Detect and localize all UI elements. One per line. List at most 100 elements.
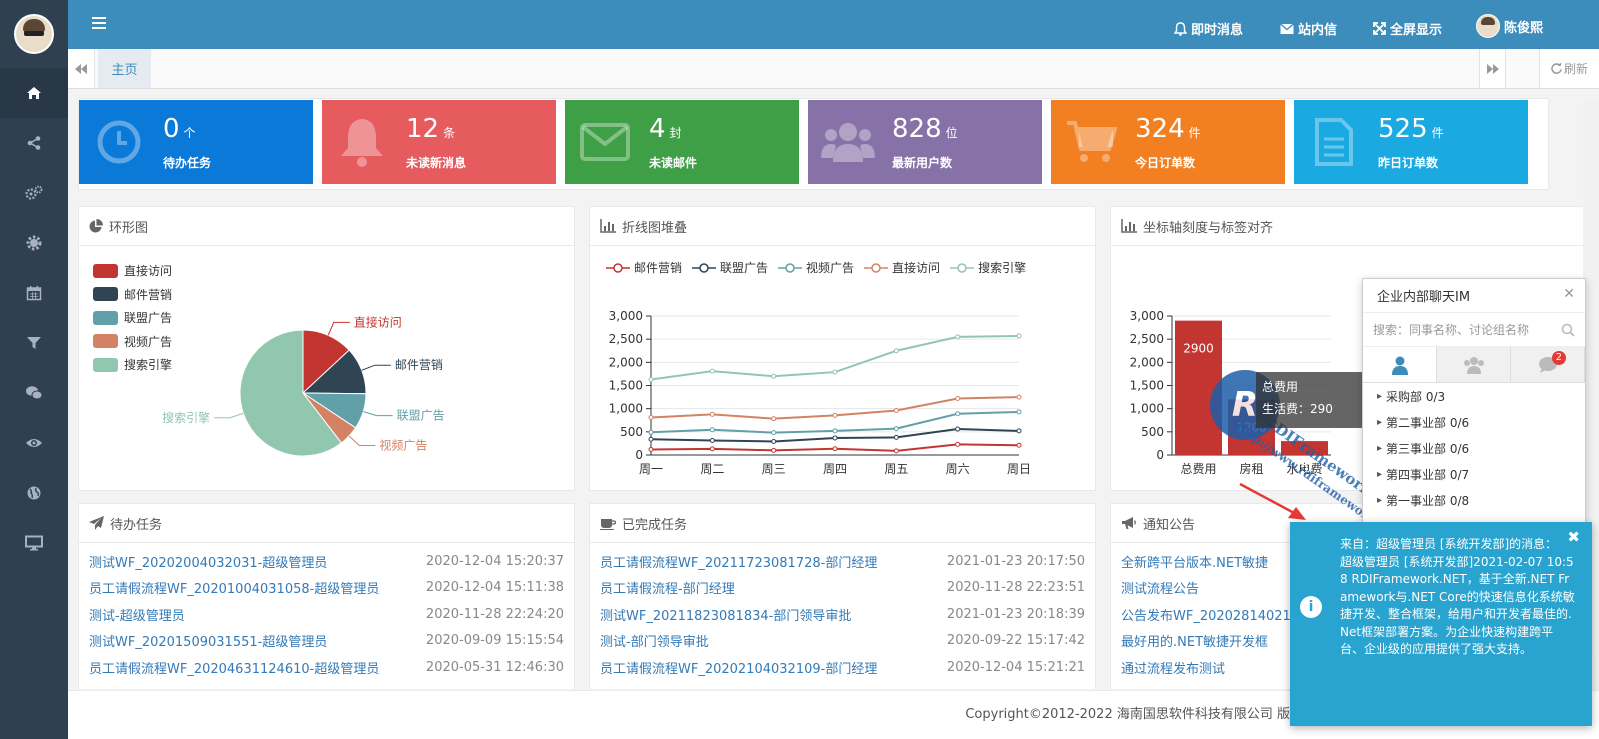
data-point[interactable] xyxy=(709,411,715,417)
data-point[interactable] xyxy=(648,414,654,420)
list-item-title[interactable]: 员工请假流程WF_20201004031058-超级管理员 xyxy=(89,578,379,597)
data-point[interactable] xyxy=(771,438,777,444)
sidebar-item-desktop[interactable] xyxy=(0,518,68,568)
im-group-item[interactable]: ▸ 采购部 0/3 xyxy=(1363,383,1585,409)
data-point[interactable] xyxy=(832,435,838,441)
data-point[interactable] xyxy=(955,426,961,432)
data-point[interactable] xyxy=(709,368,715,374)
data-point[interactable] xyxy=(771,373,777,379)
list-item-title[interactable]: 员工请假流程-部门经理 xyxy=(600,578,735,597)
im-tab-contacts[interactable] xyxy=(1363,347,1437,382)
data-point[interactable] xyxy=(648,429,654,435)
im-group-item[interactable]: ▸ 第三事业部 0/6 xyxy=(1363,435,1585,461)
list-item-title[interactable]: 员工请假流程WF_20211723081728-部门经理 xyxy=(600,552,877,571)
list-item[interactable]: 测试-超级管理员 2020-11-28 22:24:20 xyxy=(89,601,564,627)
list-item-title[interactable]: 员工请假流程WF_20204631124610-超级管理员 xyxy=(89,658,379,677)
list-item-title[interactable]: 测试WF_20201509031551-超级管理员 xyxy=(89,631,327,650)
data-point[interactable] xyxy=(1016,409,1022,415)
panel-header: 已完成任务 xyxy=(590,504,1095,543)
data-point[interactable] xyxy=(771,447,777,453)
data-point[interactable] xyxy=(955,411,961,417)
im-group-item[interactable]: ▸ 第四事业部 0/7 xyxy=(1363,461,1585,487)
site-message-link[interactable]: 站内信 xyxy=(1280,19,1337,38)
data-point[interactable] xyxy=(832,369,838,375)
im-tab-groups[interactable] xyxy=(1437,347,1511,382)
data-point[interactable] xyxy=(893,448,899,454)
close-icon[interactable]: ✕ xyxy=(1563,286,1575,302)
im-tab-chats[interactable]: 2 xyxy=(1511,347,1585,382)
list-item-title[interactable]: 测试WF_20211823081834-部门领导审批 xyxy=(600,605,851,624)
data-point[interactable] xyxy=(771,430,777,436)
notice-title[interactable]: 公告发布WF_20202814021 xyxy=(1121,605,1291,624)
data-point[interactable] xyxy=(893,348,899,354)
notice-title[interactable]: 通过流程发布测试 xyxy=(1121,658,1225,677)
data-point[interactable] xyxy=(955,395,961,401)
data-point[interactable] xyxy=(648,436,654,442)
list-item[interactable]: 员工请假流程WF_20211723081728-部门经理 2021-01-23 2… xyxy=(600,548,1085,574)
list-item[interactable]: 员工请假流程WF_20204631124610-超级管理员 2020-05-31 … xyxy=(89,654,564,680)
list-item-title[interactable]: 测试WF_20202004032031-超级管理员 xyxy=(89,552,327,571)
list-item[interactable]: 员工请假流程-部门经理 2020-11-28 22:23:51 xyxy=(600,575,1085,601)
stat-card-mail[interactable]: 4封 未读邮件 xyxy=(565,100,799,184)
data-point[interactable] xyxy=(771,416,777,422)
data-point[interactable] xyxy=(955,441,961,447)
sidebar-item-config[interactable] xyxy=(0,218,68,268)
list-item[interactable]: 员工请假流程WF_20202104032109-部门经理 2020-12-04 1… xyxy=(600,654,1085,680)
sidebar-item-view[interactable] xyxy=(0,418,68,468)
sidebar-item-settings[interactable] xyxy=(0,168,68,218)
sidebar-item-globe[interactable] xyxy=(0,468,68,518)
data-point[interactable] xyxy=(1016,394,1022,400)
list-item[interactable]: 测试-部门领导审批 2020-09-22 15:17:42 xyxy=(600,628,1085,654)
data-point[interactable] xyxy=(893,408,899,414)
sidebar-item-filter[interactable] xyxy=(0,318,68,368)
notice-title[interactable]: 全新跨平台版本.NET敏捷 xyxy=(1121,552,1268,571)
data-point[interactable] xyxy=(832,412,838,418)
data-point[interactable] xyxy=(832,446,838,452)
notice-title[interactable]: 最好用的.NET敏捷开发框 xyxy=(1121,631,1268,650)
refresh-button[interactable]: 刷新 xyxy=(1539,49,1599,88)
data-point[interactable] xyxy=(1016,428,1022,434)
tab-home[interactable]: 主页 xyxy=(98,49,151,88)
menu-toggle-icon[interactable] xyxy=(92,16,106,30)
fullscreen-link[interactable]: 全屏显示 xyxy=(1373,19,1442,38)
data-point[interactable] xyxy=(709,446,715,452)
list-item-date: 2020-12-04 15:11:38 xyxy=(425,580,564,595)
data-point[interactable] xyxy=(893,434,899,440)
stat-card-todo[interactable]: 0个 待办任务 xyxy=(79,100,313,184)
user-menu[interactable]: 陈俊熙 xyxy=(1476,14,1543,38)
stat-card-orders-today[interactable]: 324 件 今日订单数 xyxy=(1051,100,1285,184)
data-point[interactable] xyxy=(1016,442,1022,448)
tab-scroll-left-button[interactable] xyxy=(68,49,95,88)
data-point[interactable] xyxy=(832,428,838,434)
data-point[interactable] xyxy=(648,376,654,382)
bar[interactable] xyxy=(1281,441,1328,455)
stat-card-users[interactable]: 828 位 最新用户数 xyxy=(808,100,1042,184)
tab-scroll-right-button[interactable] xyxy=(1479,49,1506,88)
im-group-item[interactable]: ▸ 第二事业部 0/6 xyxy=(1363,409,1585,435)
notice-title[interactable]: 测试流程公告 xyxy=(1121,578,1199,597)
data-point[interactable] xyxy=(893,426,899,432)
list-item[interactable]: 测试WF_20202004032031-超级管理员 2020-12-04 15:2… xyxy=(89,548,564,574)
data-point[interactable] xyxy=(709,427,715,433)
list-item[interactable]: 员工请假流程WF_20201004031058-超级管理员 2020-12-04 … xyxy=(89,575,564,601)
list-item[interactable]: 测试WF_20211823081834-部门领导审批 2021-01-23 20:… xyxy=(600,601,1085,627)
stat-card-orders-yesterday[interactable]: 525 件 昨日订单数 xyxy=(1294,100,1528,184)
group-icon xyxy=(1463,356,1484,374)
data-point[interactable] xyxy=(709,437,715,443)
sidebar-item-calendar[interactable] xyxy=(0,268,68,318)
im-group-item[interactable]: ▸ 第一事业部 0/8 xyxy=(1363,487,1585,513)
list-item-title[interactable]: 测试-部门领导审批 xyxy=(600,631,709,650)
sidebar-item-share[interactable] xyxy=(0,118,68,168)
data-point[interactable] xyxy=(955,334,961,340)
list-item-title[interactable]: 测试-超级管理员 xyxy=(89,605,185,624)
list-item[interactable]: 测试WF_20201509031551-超级管理员 2020-09-09 15:1… xyxy=(89,628,564,654)
data-point[interactable] xyxy=(648,446,654,452)
sidebar-item-home[interactable] xyxy=(0,68,68,118)
data-point[interactable] xyxy=(1016,333,1022,339)
sidebar-item-wechat[interactable] xyxy=(0,368,68,418)
stat-card-messages[interactable]: 12 条 未读新消息 xyxy=(322,100,556,184)
im-search-input[interactable]: 搜索：同事名称、讨论组名称 xyxy=(1363,313,1585,347)
instant-message-link[interactable]: 即时消息 xyxy=(1174,19,1243,38)
list-item-title[interactable]: 员工请假流程WF_20202104032109-部门经理 xyxy=(600,658,877,677)
user-avatar[interactable] xyxy=(14,14,54,54)
